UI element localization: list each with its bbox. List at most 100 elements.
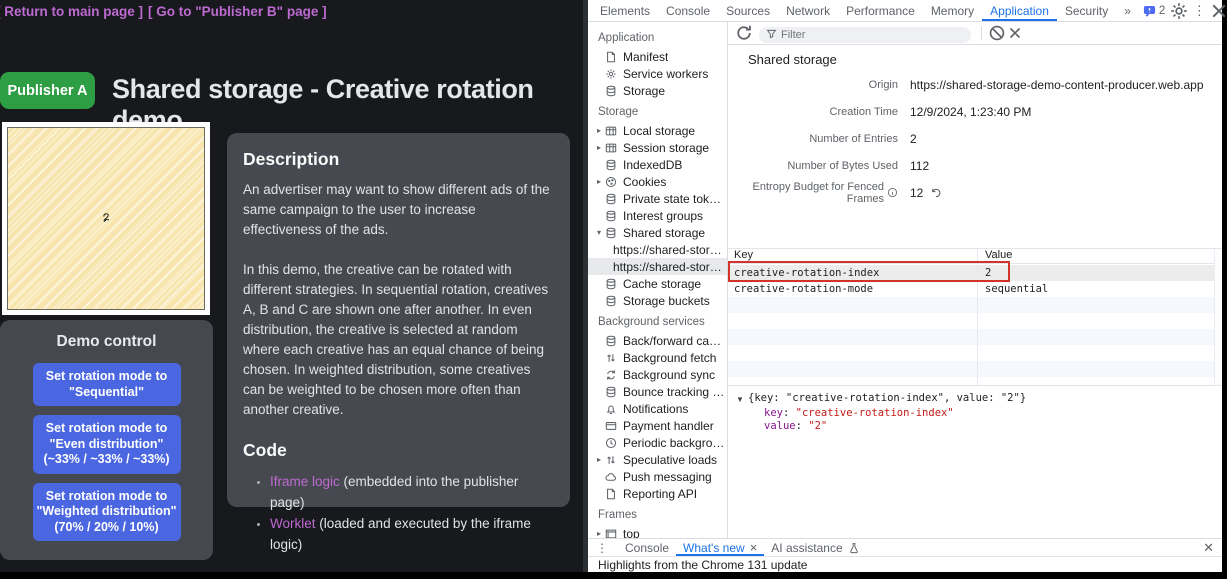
sidebar-item-push-messaging[interactable]: Push messaging xyxy=(588,468,727,485)
sidebar-item-label: Session storage xyxy=(623,141,709,155)
tab-console[interactable]: Console xyxy=(658,0,718,21)
tab-memory[interactable]: Memory xyxy=(923,0,982,21)
tab-application[interactable]: Application xyxy=(982,0,1057,21)
sidebar-item-label: Background fetch xyxy=(623,351,716,365)
delete-selected-icon[interactable] xyxy=(1006,24,1024,42)
filter-input[interactable] xyxy=(759,27,971,43)
metadata-value-text: 2 xyxy=(910,132,917,146)
close-drawer-icon[interactable]: ✕ xyxy=(1203,541,1214,554)
preview-object-line[interactable]: ▼ {key: "creative-rotation-index", value… xyxy=(736,392,1222,407)
table-row[interactable]: creative-rotation-modesequential xyxy=(728,281,1222,297)
preview-entry-value: "2" xyxy=(808,420,827,434)
sidebar-item-storage[interactable]: Storage xyxy=(588,82,727,99)
metadata-label: Origin xyxy=(728,79,898,91)
table-row[interactable]: creative-rotation-index2 xyxy=(728,265,1222,281)
shared-storage-datagrid: Key Value creative-rotation-index2creati… xyxy=(728,248,1222,385)
sidebar-item-top[interactable]: ▸top xyxy=(588,525,727,538)
collapsed-expander-icon[interactable]: ▸ xyxy=(594,455,604,464)
description-paragraph: An advertiser may want to show different… xyxy=(243,180,554,240)
tab-network[interactable]: Network xyxy=(778,0,838,21)
close-tab-icon[interactable]: × xyxy=(750,541,758,554)
collapsed-expander-icon[interactable]: ▸ xyxy=(594,529,604,538)
collapsed-expander-icon[interactable]: ▸ xyxy=(594,177,604,186)
nav-link[interactable]: [ Return to main page ] xyxy=(0,4,143,19)
rotation-mode-button[interactable]: Set rotation mode to"Even distribution"(… xyxy=(33,415,181,474)
sidebar-item-https-shared-storage[interactable]: https://shared-storage... xyxy=(588,241,727,258)
refresh-icon[interactable] xyxy=(735,24,753,42)
sidebar-item-session-storage[interactable]: ▸ Session storage xyxy=(588,139,727,156)
sidebar-item-reporting-api[interactable]: Reporting API xyxy=(588,485,727,502)
info-icon[interactable] xyxy=(887,187,898,198)
sidebar-item-manifest[interactable]: Manifest xyxy=(588,48,727,65)
drawer-tab-what-s-new[interactable]: What's new× xyxy=(676,539,764,556)
sidebar-item-back-forward-cache[interactable]: Back/forward cache xyxy=(588,332,727,349)
issues-count: 2 xyxy=(1159,5,1165,17)
preview-entry-key: key xyxy=(764,407,783,421)
sidebar-item-periodic-backgroun[interactable]: Periodic backgroun... xyxy=(588,434,727,451)
sidebar-item-notifications[interactable]: Notifications xyxy=(588,400,727,417)
tab-elements[interactable]: Elements xyxy=(592,0,658,21)
sidebar-item-label: Local storage xyxy=(623,124,695,138)
tab-[interactable]: » xyxy=(1116,0,1139,21)
sidebar-item-label: Payment handler xyxy=(623,419,714,433)
sidebar-item-https-shared-storage[interactable]: https://shared-storage... xyxy=(588,258,727,275)
sidebar-item-background-fetch[interactable]: Background fetch xyxy=(588,349,727,366)
cell-value: sequential xyxy=(978,283,1222,295)
issues-counter[interactable]: 2 xyxy=(1139,4,1169,17)
preview-entry-colon: : xyxy=(783,407,796,421)
sidebar-item-cookies[interactable]: ▸Cookies xyxy=(588,173,727,190)
reset-budget-icon[interactable] xyxy=(930,187,942,199)
metadata-label-text: Creation Time xyxy=(830,106,898,118)
expanded-expander-icon[interactable]: ▾ xyxy=(594,228,604,237)
frame-icon xyxy=(604,527,618,539)
metadata-row: Number of Entries2 xyxy=(728,125,1222,152)
sidebar-item-private-state-tokens[interactable]: Private state tokens xyxy=(588,190,727,207)
sidebar-item-label: Background sync xyxy=(623,368,715,382)
nav-link[interactable]: [ Go to "Publisher B" page ] xyxy=(148,4,327,19)
clear-block-icon[interactable] xyxy=(988,24,1006,42)
tab-sources[interactable]: Sources xyxy=(718,0,778,21)
expanded-triangle-icon[interactable]: ▼ xyxy=(736,392,748,407)
sidebar-item-indexeddb[interactable]: IndexedDB xyxy=(588,156,727,173)
sidebar-item-payment-handler[interactable]: Payment handler xyxy=(588,417,727,434)
sidebar-item-service-workers[interactable]: Service workers xyxy=(588,65,727,82)
collapsed-expander-icon[interactable]: ▸ xyxy=(594,143,604,152)
datagrid-scrollbar[interactable] xyxy=(1214,249,1222,385)
column-header-value[interactable]: Value xyxy=(978,249,1222,263)
tab-performance[interactable]: Performance xyxy=(838,0,923,21)
sidebar-item-local-storage[interactable]: ▸ Local storage xyxy=(588,122,727,139)
metadata-label-text: Entropy Budget for Fenced Frames xyxy=(728,181,884,205)
collapsed-expander-icon[interactable]: ▸ xyxy=(594,126,604,135)
rotation-mode-button[interactable]: Set rotation mode to"Sequential" xyxy=(33,363,181,406)
datagrid-header[interactable]: Key Value xyxy=(728,249,1222,264)
close-devtools-icon[interactable] xyxy=(1209,0,1227,21)
sidebar-item-shared-storage[interactable]: ▾Shared storage xyxy=(588,224,727,241)
sidebar-item-storage-buckets[interactable]: Storage buckets xyxy=(588,292,727,309)
drawer-kebab-icon[interactable]: ⋮ xyxy=(596,541,608,555)
column-divider[interactable] xyxy=(977,249,978,385)
button-line: "Sequential" xyxy=(35,385,179,401)
sidebar-item-bounce-tracking-miti[interactable]: Bounce tracking miti... xyxy=(588,383,727,400)
column-header-key[interactable]: Key xyxy=(728,249,978,263)
sidebar-item-cache-storage[interactable]: Cache storage xyxy=(588,275,727,292)
rotation-mode-button[interactable]: Set rotation mode to"Weighted distributi… xyxy=(33,483,181,542)
sidebar-item-speculative-loads[interactable]: ▸Speculative loads xyxy=(588,451,727,468)
creative-image[interactable] xyxy=(7,127,205,310)
document-icon xyxy=(604,50,618,64)
sidebar-section-application: Application xyxy=(588,25,727,48)
code-link[interactable]: Iframe logic xyxy=(270,474,340,489)
tab-security[interactable]: Security xyxy=(1057,0,1116,21)
settings-gear-icon[interactable] xyxy=(1169,0,1189,21)
creative-frame[interactable] xyxy=(2,122,210,315)
sidebar-item-background-sync[interactable]: Background sync xyxy=(588,366,727,383)
metadata-value: 112 xyxy=(910,159,929,173)
whats-new-heading: Highlights from the Chrome 131 update xyxy=(588,556,1222,572)
sidebar-item-interest-groups[interactable]: Interest groups xyxy=(588,207,727,224)
drawer-tab-console[interactable]: Console xyxy=(618,539,676,556)
updown-icon xyxy=(604,351,618,365)
more-options-kebab-icon[interactable]: ⋮ xyxy=(1189,0,1209,21)
drawer-tab-ai-assistance[interactable]: AI assistance xyxy=(764,539,866,556)
sidebar-section-frames: Frames xyxy=(588,502,727,525)
description-title: Description xyxy=(243,149,554,170)
code-link[interactable]: Worklet xyxy=(270,516,316,531)
